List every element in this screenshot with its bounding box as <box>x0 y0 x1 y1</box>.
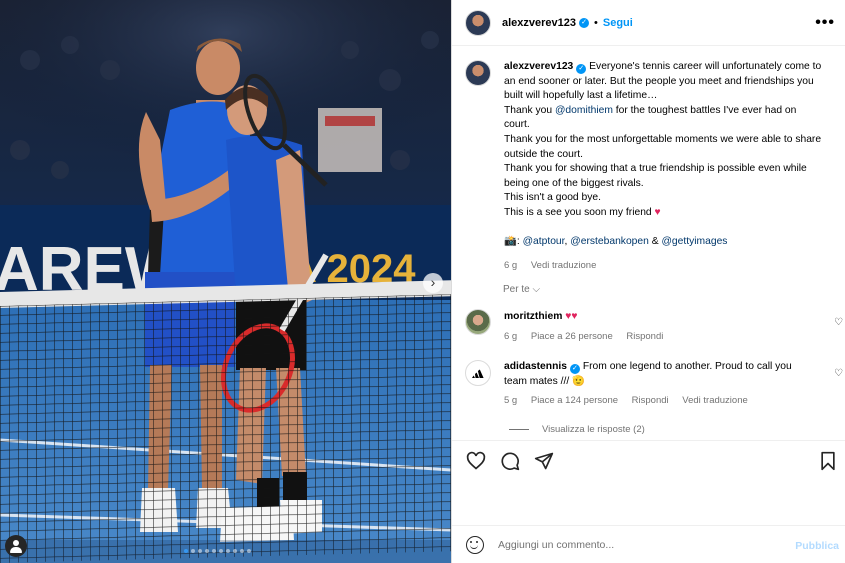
avatar[interactable] <box>465 309 491 335</box>
heart-icon[interactable]: ♡ <box>834 317 843 328</box>
verified-badge-icon: ✓ <box>576 64 587 74</box>
reply-button[interactable]: Rispondi <box>632 395 669 406</box>
add-comment-bar: Pubblica <box>452 525 845 563</box>
comment-meta: 6 g Piace a 26 persone Rispondi <box>504 330 804 345</box>
carousel-dot <box>184 549 188 553</box>
carousel-dot <box>219 549 223 553</box>
post-sidebar: alexzverev123 ✓ • Segui ••• alexzverev12… <box>451 0 845 563</box>
comment-filter-label: Per te <box>503 284 530 295</box>
comment-likes[interactable]: Piace a 124 persone <box>531 395 618 406</box>
post-header: alexzverev123 ✓ • Segui ••• <box>452 0 845 46</box>
carousel-dot <box>198 549 202 553</box>
view-replies-button[interactable]: Visualizza le risposte (2) <box>509 424 645 435</box>
mention-link[interactable]: @atptour <box>523 236 565 247</box>
more-options-icon[interactable]: ••• <box>815 14 835 32</box>
adidas-logo-icon <box>472 369 484 378</box>
verified-badge-icon: ✓ <box>579 17 590 28</box>
comment-item: moritzthiem ♥♥ 6 g Piace a 26 persone Ri… <box>465 309 843 344</box>
post-photo[interactable]: AREWE A 2024 › <box>0 0 451 563</box>
comment-icon[interactable] <box>500 451 520 471</box>
comment-text: ♥♥ <box>565 311 578 322</box>
heart-icon[interactable]: ♡ <box>834 368 843 379</box>
follow-button[interactable]: Segui <box>603 17 633 29</box>
comment-time: 5 g <box>504 395 518 407</box>
caption-body: alexzverev123 ✓ Everyone's tennis career … <box>504 60 824 274</box>
camera-emoji: 📸: <box>504 235 520 247</box>
emoji-icon[interactable] <box>466 535 484 554</box>
avatar[interactable] <box>465 360 491 386</box>
verified-badge-icon: ✓ <box>569 364 580 374</box>
caption-text: Thank you for showing that a true friend… <box>504 163 807 189</box>
separator-dot: • <box>594 16 598 29</box>
mention-link[interactable]: @erstebankopen <box>570 236 649 247</box>
carousel-dot <box>240 549 244 553</box>
divider <box>509 429 529 430</box>
caption-text: & <box>651 235 659 247</box>
heart-emoji: ♥ <box>654 206 661 218</box>
caption-time[interactable]: 6 g <box>504 260 517 271</box>
caption-username[interactable]: alexzverev123 <box>504 61 573 72</box>
carousel-dot <box>233 549 237 553</box>
caption-meta: 6 g Vedi traduzione <box>504 259 824 274</box>
heart-icon[interactable] <box>466 451 486 471</box>
comment-item: adidastennis ✓ From one legend to another… <box>465 360 843 409</box>
reply-button[interactable]: Rispondi <box>626 331 663 342</box>
publish-button[interactable]: Pubblica <box>795 540 839 552</box>
caption-text: This isn't a good bye. <box>504 192 601 204</box>
comment-likes[interactable]: Piace a 26 persone <box>531 331 613 342</box>
comment-filter-dropdown[interactable]: Per te ⌵ <box>503 284 540 295</box>
mention-link[interactable]: @gettyimages <box>661 236 727 247</box>
user-tag-icon[interactable] <box>5 535 27 557</box>
carousel-dot <box>205 549 209 553</box>
comments-scroll-area[interactable]: alexzverev123 ✓ Everyone's tennis career … <box>452 47 845 440</box>
instagram-post-modal: AREWE A 2024 › alexzverev123 ✓ • Segui •… <box>0 0 845 563</box>
author-username[interactable]: alexzverev123 <box>502 17 576 29</box>
translate-link[interactable]: Vedi traduzione <box>531 260 597 271</box>
translate-link[interactable]: Vedi traduzione <box>682 395 748 406</box>
comment-body: adidastennis ✓ From one legend to another… <box>504 360 804 409</box>
chevron-right-icon[interactable]: › <box>423 273 443 293</box>
view-replies-label: Visualizza le risposte (2) <box>542 424 645 435</box>
caption-text: This is a see you soon my friend <box>504 206 652 218</box>
comment-time: 6 g <box>504 330 518 342</box>
carousel-dot <box>226 549 230 553</box>
caption-text: Thank you <box>504 104 553 116</box>
carousel-dot <box>212 549 216 553</box>
bookmark-icon[interactable] <box>818 451 838 471</box>
post-actions-bar <box>452 440 845 480</box>
comment-input[interactable] <box>498 538 778 551</box>
avatar[interactable] <box>465 60 491 86</box>
chevron-down-icon: ⌵ <box>532 284 541 295</box>
carousel-dots <box>184 549 251 553</box>
comment-username[interactable]: adidastennis <box>504 361 567 372</box>
avatar[interactable] <box>465 9 491 36</box>
comment-meta: 5 g Piace a 124 persone Rispondi Vedi tr… <box>504 394 804 409</box>
caption-text: Thank you for the most unforgettable mom… <box>504 133 822 160</box>
caption-text: , <box>564 235 568 247</box>
mention-link[interactable]: @domithiem <box>555 105 613 116</box>
comment-username[interactable]: moritzthiem <box>504 311 562 322</box>
carousel-dot <box>247 549 251 553</box>
photo-illustration: AREWE A 2024 <box>0 0 451 563</box>
carousel-dot <box>191 549 195 553</box>
comment-body: moritzthiem ♥♥ 6 g Piace a 26 persone Ri… <box>504 309 804 344</box>
post-caption: alexzverev123 ✓ Everyone's tennis career … <box>465 60 835 274</box>
share-icon[interactable] <box>534 451 554 471</box>
